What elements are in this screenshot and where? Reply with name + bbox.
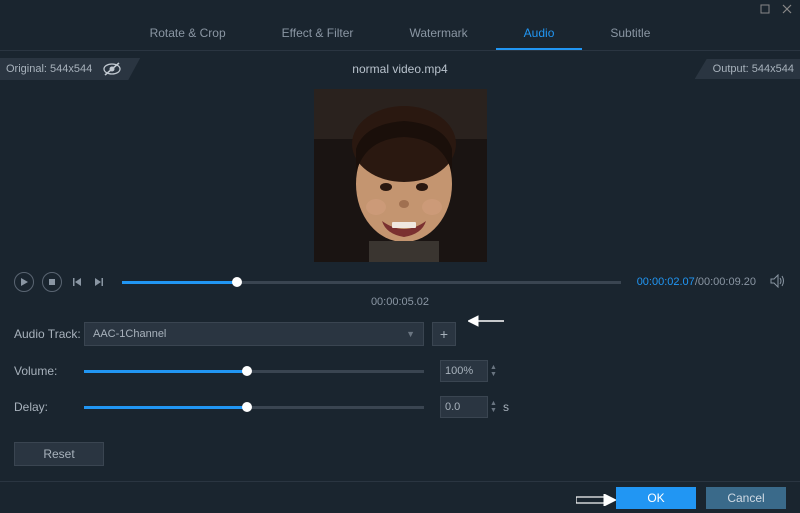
ok-button[interactable]: OK bbox=[616, 487, 696, 509]
filename-label: normal video.mp4 bbox=[352, 62, 447, 76]
tab-subtitle[interactable]: Subtitle bbox=[582, 18, 678, 50]
volume-slider[interactable] bbox=[84, 370, 424, 373]
volume-value-input[interactable]: 100% bbox=[440, 360, 488, 382]
tab-watermark[interactable]: Watermark bbox=[381, 18, 495, 50]
stop-button[interactable] bbox=[42, 272, 62, 292]
tab-audio[interactable]: Audio bbox=[496, 18, 583, 50]
tab-rotate-crop[interactable]: Rotate & Crop bbox=[122, 18, 254, 50]
timeline-thumb[interactable] bbox=[232, 277, 242, 287]
prev-frame-button[interactable] bbox=[70, 275, 84, 289]
video-preview bbox=[314, 89, 487, 262]
delay-slider[interactable] bbox=[84, 406, 424, 409]
time-current: 00:00:02.07 bbox=[637, 276, 695, 288]
tab-bar: Rotate & Crop Effect & Filter Watermark … bbox=[0, 18, 800, 51]
preview-toggle-icon[interactable] bbox=[102, 62, 122, 76]
next-frame-button[interactable] bbox=[92, 275, 106, 289]
original-dimensions: Original: 544x544 bbox=[6, 63, 92, 75]
delay-down-stepper[interactable]: ▼ bbox=[490, 407, 497, 414]
volume-slider-thumb[interactable] bbox=[242, 366, 252, 376]
delay-label: Delay: bbox=[14, 400, 84, 414]
add-audio-track-button[interactable]: + bbox=[432, 322, 456, 346]
delay-value-input[interactable]: 0.0 bbox=[440, 396, 488, 418]
delay-up-stepper[interactable]: ▲ bbox=[490, 400, 497, 407]
volume-down-stepper[interactable]: ▼ bbox=[490, 371, 497, 378]
audio-track-dropdown[interactable]: AAC-1Channel ▼ bbox=[84, 322, 424, 346]
volume-label: Volume: bbox=[14, 364, 84, 378]
delay-unit: s bbox=[503, 400, 509, 414]
volume-icon[interactable] bbox=[770, 274, 786, 291]
tab-effect-filter[interactable]: Effect & Filter bbox=[254, 18, 382, 50]
chevron-down-icon: ▼ bbox=[406, 329, 415, 339]
window-maximize-icon[interactable] bbox=[760, 3, 770, 17]
audio-track-label: Audio Track: bbox=[14, 327, 84, 341]
window-close-icon[interactable] bbox=[782, 3, 792, 17]
time-display: 00:00:02.07/00:00:09.20 bbox=[637, 276, 756, 288]
reset-button[interactable]: Reset bbox=[14, 442, 104, 466]
audio-track-value: AAC-1Channel bbox=[93, 328, 166, 340]
annotation-arrow-add bbox=[468, 314, 504, 331]
volume-up-stepper[interactable]: ▲ bbox=[490, 364, 497, 371]
marker-time: 00:00:05.02 bbox=[0, 294, 800, 316]
output-dimensions: Output: 544x544 bbox=[695, 59, 800, 79]
cancel-button[interactable]: Cancel bbox=[706, 487, 786, 509]
playback-timeline[interactable] bbox=[122, 281, 621, 284]
delay-slider-thumb[interactable] bbox=[242, 402, 252, 412]
play-button[interactable] bbox=[14, 272, 34, 292]
